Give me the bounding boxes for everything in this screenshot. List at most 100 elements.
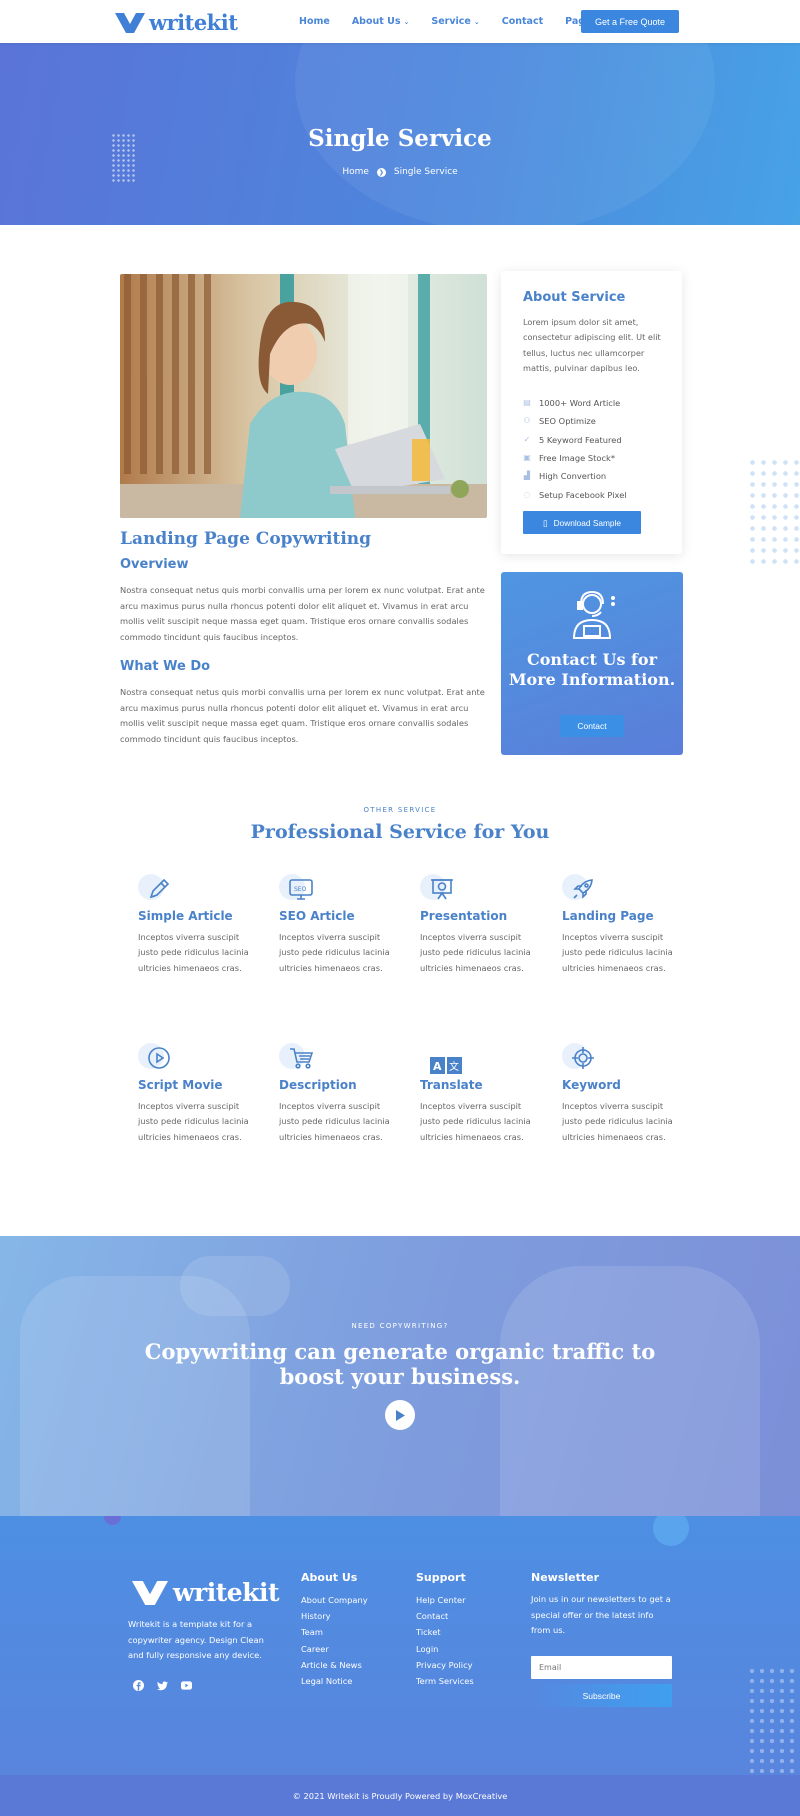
- newsletter-text: Join us in our newsletters to get a spec…: [531, 1594, 671, 1635]
- play-circle-icon: [148, 1047, 170, 1069]
- what-we-do-heading: What We Do: [120, 659, 211, 674]
- get-quote-button[interactable]: Get a Free Quote: [581, 10, 679, 33]
- contact-button[interactable]: Contact: [560, 715, 624, 737]
- footer-link-article-news[interactable]: Article & News: [301, 1660, 362, 1670]
- site-logo[interactable]: writekit: [115, 10, 238, 35]
- footer-link-contact[interactable]: Contact: [416, 1611, 448, 1621]
- footer-link-career[interactable]: Career: [301, 1644, 329, 1654]
- service-card-title: Translate: [420, 1078, 483, 1092]
- feature-label: 5 Keyword Featured: [539, 434, 622, 445]
- service-card-desc: Inceptos viverra suscipit justo pede rid…: [279, 932, 390, 973]
- twitter-icon[interactable]: [157, 1680, 168, 1691]
- copyright-text: © 2021 Writekit is Proudly Powered by Mo…: [292, 1790, 508, 1801]
- breadcrumb-home[interactable]: Home: [342, 167, 369, 177]
- service-card-desc: Inceptos viverra suscipit justo pede rid…: [562, 1101, 673, 1142]
- youtube-icon[interactable]: [181, 1680, 192, 1691]
- play-video-button[interactable]: [385, 1400, 415, 1430]
- chevron-down-icon: ⌄: [403, 17, 410, 26]
- logo-text: writekit: [149, 10, 238, 35]
- service-card-title: Keyword: [562, 1078, 621, 1092]
- newsletter-email-input[interactable]: [531, 1656, 672, 1679]
- nav-home[interactable]: Home: [299, 16, 330, 27]
- social-links: [133, 1680, 192, 1691]
- file-icon: ▯: [543, 517, 548, 528]
- footer-link-privacy-policy[interactable]: Privacy Policy: [416, 1660, 473, 1670]
- subscribe-button[interactable]: Subscribe: [531, 1684, 672, 1707]
- service-card-desc: Inceptos viverra suscipit justo pede rid…: [279, 1101, 390, 1142]
- chevron-down-icon: ⌄: [473, 17, 480, 26]
- side-dot-pattern: [747, 457, 800, 569]
- decor-ball: [653, 1516, 689, 1546]
- footer-link-legal-notice[interactable]: Legal Notice: [301, 1676, 352, 1686]
- nav-service-label: Service: [431, 16, 471, 27]
- service-title: Landing Page Copywriting: [120, 529, 372, 549]
- feature-item: ▤ 1000+ Word Article: [523, 394, 627, 412]
- download-sample-button[interactable]: ▯ Download Sample: [523, 511, 641, 534]
- footer-dot-pattern: [747, 1666, 800, 1781]
- svg-text:A: A: [433, 1060, 442, 1073]
- what-we-do-text: Nostra consequat netus quis morbi conval…: [120, 687, 485, 744]
- translate-icon: A文: [430, 1057, 462, 1074]
- footer-column-heading: About Us: [301, 1571, 358, 1584]
- footer-link-term-services[interactable]: Term Services: [416, 1676, 474, 1686]
- service-card-desc: Inceptos viverra suscipit justo pede rid…: [562, 932, 673, 973]
- feature-label: High Convertion: [539, 471, 607, 482]
- cta-title: Copywriting can generate organic traffic…: [144, 1339, 656, 1389]
- service-card-desc: Inceptos viverra suscipit justo pede rid…: [138, 932, 249, 973]
- document-icon: ▤: [523, 398, 531, 408]
- copyright-bar: © 2021 Writekit is Proudly Powered by Mo…: [0, 1775, 800, 1816]
- nav-about-us[interactable]: About Us ⌄: [352, 16, 410, 27]
- cart-icon: [290, 1048, 314, 1069]
- service-card-title: Presentation: [420, 909, 508, 923]
- nav-service[interactable]: Service ⌄: [431, 16, 479, 27]
- services-eyebrow: OTHER SERVICE: [363, 806, 437, 814]
- nav-home-label: Home: [299, 16, 330, 27]
- service-card-desc: Inceptos viverra suscipit justo pede rid…: [420, 1101, 531, 1142]
- about-service-card: About Service Lorem ipsum dolor sit amet…: [501, 271, 682, 554]
- feature-item: ⚇ SEO Optimize: [523, 412, 627, 430]
- circle-icon: ◌: [523, 489, 531, 499]
- footer-logo[interactable]: writekit: [131, 1578, 280, 1607]
- footer-link-team[interactable]: Team: [301, 1627, 323, 1637]
- rocket-icon: [573, 879, 593, 899]
- logo-w-icon: [132, 1580, 168, 1605]
- breadcrumb-current: Single Service: [393, 167, 458, 177]
- image-icon: ▣: [523, 453, 531, 463]
- footer-link-help-center[interactable]: Help Center: [416, 1595, 465, 1605]
- feature-item: ◌ Setup Facebook Pixel: [523, 485, 627, 503]
- footer-about-text: Writekit is a template kit for a copywri…: [128, 1619, 264, 1660]
- nav-contact[interactable]: Contact: [502, 16, 543, 27]
- footer-link-login[interactable]: Login: [416, 1644, 438, 1654]
- chevron-right-icon: ❯: [376, 167, 386, 177]
- svg-text:SEO: SEO: [294, 886, 307, 893]
- footer-newsletter-column: Newsletter Join us in our newsletters to…: [531, 1571, 671, 1639]
- footer-support-column: Support Help Center Contact Ticket Login…: [416, 1571, 474, 1689]
- cta-banner: NEED COPYWRITING? Copywriting can genera…: [0, 1236, 800, 1516]
- overview-heading: Overview: [120, 557, 189, 572]
- service-card-title: SEO Article: [279, 909, 355, 923]
- service-card-desc: Inceptos viverra suscipit justo pede rid…: [420, 932, 531, 973]
- users-icon: ⚇: [523, 416, 531, 426]
- service-card-title: Description: [279, 1078, 357, 1092]
- pen-icon: [149, 878, 170, 899]
- feature-label: SEO Optimize: [539, 416, 596, 427]
- service-photo: [120, 274, 487, 518]
- feature-label: Free Image Stock*: [539, 453, 615, 464]
- page-hero: Single Service Home ❯ Single Service: [0, 43, 800, 225]
- footer-link-history[interactable]: History: [301, 1611, 331, 1621]
- logo-w-icon: [115, 12, 145, 33]
- play-icon: [396, 1409, 405, 1421]
- footer-link-ticket[interactable]: Ticket: [416, 1627, 441, 1637]
- check-icon: ✓: [523, 434, 531, 444]
- chart-icon: ▟: [523, 471, 531, 481]
- service-card-desc: Inceptos viverra suscipit justo pede rid…: [138, 1101, 249, 1142]
- decor-ball: [104, 1516, 121, 1525]
- feature-label: Setup Facebook Pixel: [539, 489, 627, 500]
- logo-text: writekit: [173, 1578, 280, 1607]
- about-service-text: Lorem ipsum dolor sit amet, consectetur …: [523, 317, 661, 373]
- nav-contact-label: Contact: [501, 16, 544, 27]
- facebook-icon[interactable]: [133, 1680, 144, 1691]
- page-title: Single Service: [308, 125, 492, 152]
- footer-link-about-company[interactable]: About Company: [301, 1595, 368, 1605]
- cta-eyebrow: NEED COPYWRITING?: [351, 1322, 449, 1330]
